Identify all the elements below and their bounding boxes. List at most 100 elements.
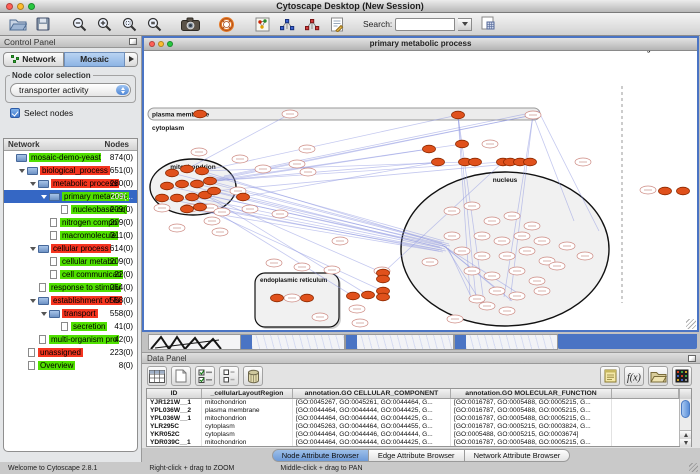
scroll-down-button[interactable] (680, 439, 691, 447)
function-builder-button[interactable]: f(x) (624, 366, 644, 386)
tree-row[interactable]: Overview8(0) (4, 359, 137, 372)
tree-row[interactable]: macromolecule311(0) (4, 229, 137, 242)
disclosure-icon[interactable] (30, 247, 36, 251)
node-highlighted[interactable] (194, 110, 207, 118)
tree-row[interactable]: establishment of lo558(0) (4, 294, 137, 307)
app-resize-grip[interactable] (689, 463, 698, 472)
edge[interactable] (205, 195, 383, 273)
node-color-select[interactable]: transporter activity (10, 83, 131, 97)
node-highlighted[interactable] (237, 193, 250, 201)
window-resize-grip[interactable] (686, 319, 696, 329)
float-panel-icon[interactable] (688, 355, 696, 362)
table-scrollbar[interactable] (679, 399, 691, 446)
select-nodes-checkbox[interactable] (10, 108, 20, 118)
new-attribute-button[interactable] (171, 366, 191, 386)
advanced-search-button[interactable] (481, 16, 495, 32)
select-nodes-mode-button[interactable] (277, 15, 297, 34)
tree-row[interactable]: nucleobase-co209(0) (4, 203, 137, 216)
tree-row[interactable]: unassigned223(0) (4, 346, 137, 359)
tree-row[interactable]: cellular metabo209(0) (4, 255, 137, 268)
node-highlighted[interactable] (377, 275, 390, 283)
table-corner-button[interactable] (679, 389, 691, 399)
tree-row[interactable]: multi-organism pro42(0) (4, 333, 137, 346)
tab-node-attribute-browser[interactable]: Node Attribute Browser (272, 449, 369, 462)
node-highlighted[interactable] (156, 194, 169, 202)
tab-network-attribute-browser[interactable]: Network Attribute Browser (465, 449, 571, 462)
network-canvas[interactable]: plasma membranecytoplasmmitochondrionnuc… (144, 51, 697, 330)
background-window-overview[interactable] (148, 334, 242, 350)
background-window-4[interactable] (558, 334, 697, 349)
node-highlighted[interactable] (166, 169, 179, 177)
snapshot-camera-button[interactable] (180, 15, 200, 34)
tab-network[interactable]: Network (3, 52, 64, 67)
node-highlighted[interactable] (456, 140, 469, 148)
node-highlighted[interactable] (347, 292, 360, 300)
node-highlighted[interactable] (362, 291, 375, 299)
node-highlighted[interactable] (301, 294, 314, 302)
node-highlighted[interactable] (208, 187, 221, 195)
table-row[interactable]: YJR121W__1mitochondrion[GO:0045267, GO:0… (147, 399, 679, 407)
unselect-attributes-button[interactable] (219, 366, 239, 386)
node-highlighted[interactable] (469, 158, 482, 166)
background-window-2[interactable] (345, 334, 454, 350)
tab-scroll-right-button[interactable] (125, 52, 138, 67)
node-highlighted[interactable] (194, 203, 207, 211)
layout-diagram-button[interactable] (252, 15, 272, 34)
node-highlighted[interactable] (204, 177, 217, 185)
node-highlighted[interactable] (659, 187, 672, 195)
tree-row[interactable]: biological_process651(0) (4, 164, 137, 177)
tree-header[interactable]: Network Nodes (4, 139, 137, 151)
node-highlighted[interactable] (191, 180, 204, 188)
node-highlighted[interactable] (181, 205, 194, 213)
tree-row[interactable]: cell communicati22(0) (4, 268, 137, 281)
node-highlighted[interactable] (181, 165, 194, 173)
select-edges-mode-button[interactable] (302, 15, 322, 34)
column-header[interactable]: _cellularLayoutRegion (202, 389, 293, 398)
disclosure-icon[interactable] (30, 299, 36, 303)
node-highlighted[interactable] (677, 187, 690, 195)
annotation-button[interactable] (327, 15, 347, 34)
select-attributes-button[interactable] (195, 366, 215, 386)
attribute-table-button[interactable] (147, 366, 167, 386)
search-dropdown-button[interactable] (458, 18, 472, 31)
background-window-1[interactable] (240, 334, 345, 350)
background-window-3[interactable] (454, 334, 558, 350)
disclosure-icon[interactable] (30, 182, 36, 186)
node-highlighted[interactable] (171, 194, 184, 202)
disclosure-icon[interactable] (41, 195, 47, 199)
node-highlighted[interactable] (176, 180, 189, 188)
node-highlighted[interactable] (186, 193, 199, 201)
zoom-in-button[interactable] (94, 15, 114, 34)
zoom-fit-button[interactable] (144, 15, 164, 34)
disclosure-icon[interactable] (41, 312, 47, 316)
column-header[interactable]: annotation.GO MOLECULAR_FUNCTION (451, 389, 612, 398)
node-highlighted[interactable] (423, 145, 436, 153)
tab-edge-attribute-browser[interactable]: Edge Attribute Browser (369, 449, 465, 462)
import-attributes-button[interactable] (648, 366, 668, 386)
tree-row[interactable]: transport558(0) (4, 307, 137, 320)
node-highlighted[interactable] (377, 293, 390, 301)
table-row[interactable]: YLR295Ccytoplasm[GO:0045263, GO:0044464,… (147, 423, 679, 431)
column-header[interactable]: ID (147, 389, 202, 398)
column-header[interactable] (612, 389, 679, 398)
disclosure-icon[interactable] (19, 169, 25, 173)
scrollbar-thumb[interactable] (681, 400, 690, 418)
tree-row[interactable]: response to stimulu264(0) (4, 281, 137, 294)
tab-mosaic[interactable]: Mosaic (64, 52, 125, 67)
table-row[interactable]: YPL036W__1mitochondrion[GO:0044464, GO:0… (147, 415, 679, 423)
node-highlighted[interactable] (196, 167, 209, 175)
zoom-selected-region-button[interactable] (119, 15, 139, 34)
tree-row[interactable]: metabolic process280(0) (4, 177, 137, 190)
node-highlighted[interactable] (432, 158, 445, 166)
node-highlighted[interactable] (524, 158, 537, 166)
tree-row[interactable]: nitrogen compo209(0) (4, 216, 137, 229)
table-row[interactable]: YKR052Ccytoplasm[GO:0044464, GO:0044446,… (147, 431, 679, 439)
scroll-up-button[interactable] (680, 431, 691, 439)
table-row[interactable]: YPL036W__2plasma membrane[GO:0044464, GO… (147, 407, 679, 415)
network-window-titlebar[interactable]: primary metabolic process (144, 38, 697, 51)
attribute-matrix-button[interactable] (672, 366, 692, 386)
help-ring-button[interactable] (216, 15, 236, 34)
column-header[interactable]: annotation.GO CELLULAR_COMPONENT (293, 389, 451, 398)
float-panel-icon[interactable] (129, 38, 137, 45)
attribute-editor-button[interactable] (600, 366, 620, 386)
